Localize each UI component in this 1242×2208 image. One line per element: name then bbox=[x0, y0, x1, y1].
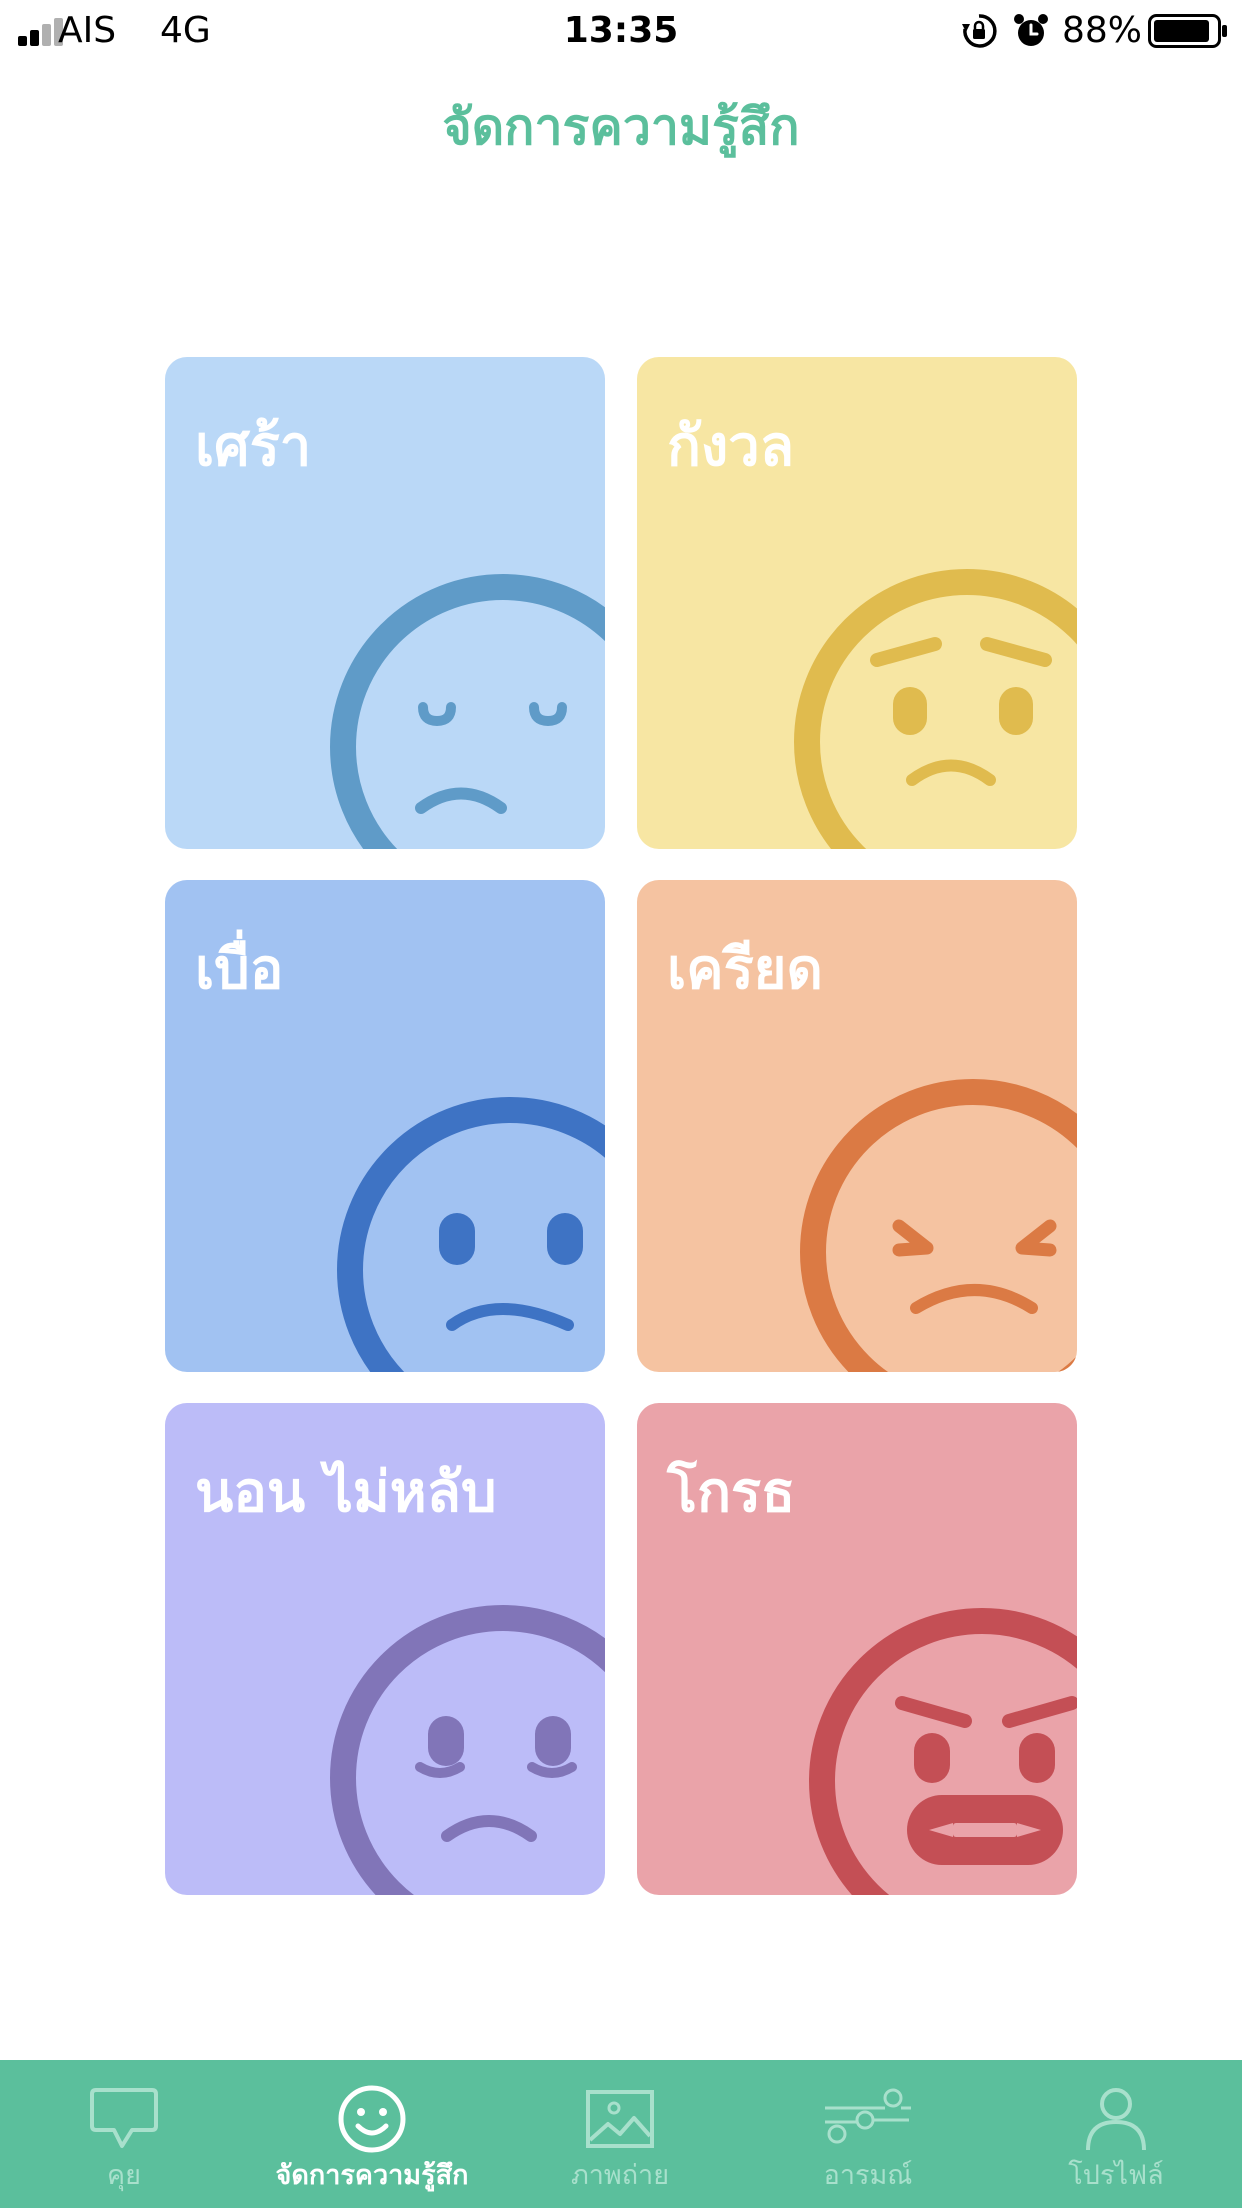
emotion-label: เบื่อ bbox=[195, 937, 284, 1002]
tab-label: ภาพถ่าย bbox=[570, 2160, 670, 2191]
tab-photos[interactable]: ภาพถ่าย bbox=[496, 2060, 744, 2208]
tab-mood[interactable]: อารมณ์ bbox=[744, 2060, 992, 2208]
emotion-card-stressed[interactable]: เครียด bbox=[637, 880, 1077, 1372]
emotion-label: โกรธ bbox=[667, 1460, 796, 1525]
status-bar: AIS 4G 13:35 88% bbox=[0, 0, 1242, 62]
smile-icon bbox=[338, 2085, 406, 2153]
mood-chart-icon bbox=[825, 2088, 911, 2144]
tab-manage-feelings[interactable]: จัดการความรู้สึก bbox=[248, 2060, 496, 2208]
emotion-label: นอน ไม่หลับ bbox=[195, 1460, 497, 1525]
emotion-label: เครียด bbox=[667, 937, 823, 1002]
tab-label: คุย bbox=[107, 2160, 141, 2191]
tab-chat[interactable]: คุย bbox=[0, 2060, 248, 2208]
emotion-card-bored[interactable]: เบื่อ bbox=[165, 880, 605, 1372]
emotion-card-sad[interactable]: เศร้า bbox=[165, 357, 605, 849]
emotion-label: กังวล bbox=[667, 414, 795, 479]
tab-profile[interactable]: โปรไฟล์ bbox=[992, 2060, 1240, 2208]
emotion-card-anxious[interactable]: กังวล bbox=[637, 357, 1077, 849]
rotation-lock-icon bbox=[962, 14, 997, 48]
page-title: จัดการความรู้สึก bbox=[442, 98, 800, 156]
photo-icon bbox=[586, 2090, 654, 2148]
tab-label: จัดการความรู้สึก bbox=[275, 2160, 469, 2191]
emotion-label: เศร้า bbox=[195, 414, 312, 479]
emotion-card-insomnia[interactable]: นอน ไม่หลับ bbox=[165, 1403, 605, 1895]
battery-icon bbox=[1148, 14, 1227, 48]
status-time: 13:35 bbox=[563, 10, 679, 51]
tab-bar: คุย จัดการความรู้สึก ภาพถ่าย อารมณ์ โปรไ… bbox=[0, 2060, 1242, 2208]
chat-bubble-icon bbox=[90, 2088, 158, 2148]
tab-label: อารมณ์ bbox=[823, 2160, 913, 2191]
emotion-card-angry[interactable]: โกรธ bbox=[637, 1403, 1077, 1895]
battery-percent: 88% bbox=[1062, 10, 1143, 51]
alarm-icon bbox=[1014, 14, 1048, 46]
profile-icon bbox=[1086, 2088, 1146, 2151]
tab-label: โปรไฟล์ bbox=[1068, 2160, 1164, 2191]
